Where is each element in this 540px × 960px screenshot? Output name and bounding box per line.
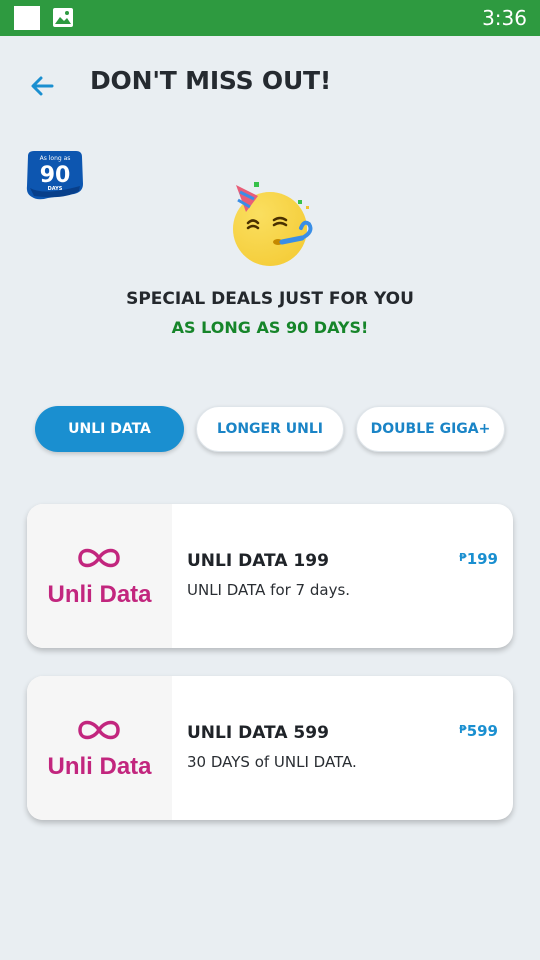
- square-icon: [14, 6, 40, 30]
- page-title: DON'T MISS OUT!: [90, 66, 332, 95]
- price-value: 199: [466, 550, 498, 568]
- status-bar: 3:36: [0, 0, 540, 36]
- tab-double-giga[interactable]: DOUBLE GIGA+: [356, 406, 505, 452]
- badge-line1: As long as: [40, 155, 71, 162]
- currency-symbol: ₱: [459, 551, 467, 564]
- tab-unli-data[interactable]: UNLI DATA: [35, 406, 184, 452]
- offer-description: UNLI DATA for 7 days.: [187, 581, 351, 599]
- offer-card[interactable]: Unli Data UNLI DATA 199 UNLI DATA for 7 …: [27, 504, 513, 648]
- currency-symbol: ₱: [459, 723, 467, 736]
- offer-brand: Unli Data: [47, 753, 152, 780]
- offer-thumbnail: Unli Data: [27, 504, 172, 648]
- offer-title: UNLI DATA 199: [187, 551, 329, 571]
- offer-title: UNLI DATA 599: [187, 723, 329, 743]
- infinity-icon: [78, 720, 120, 740]
- infinity-icon: [78, 548, 120, 568]
- offer-price: ₱199: [459, 550, 498, 568]
- promo-subline: AS LONG AS 90 DAYS!: [171, 318, 369, 337]
- badge-line2: DAYS: [48, 186, 63, 192]
- tab-longer-unli[interactable]: LONGER UNLI: [196, 406, 344, 452]
- badge-number: 90: [40, 163, 71, 188]
- partying-face-icon: [233, 182, 313, 266]
- arrow-left-icon[interactable]: [28, 72, 56, 100]
- offer-card[interactable]: Unli Data UNLI DATA 599 30 DAYS of UNLI …: [27, 676, 513, 820]
- ninety-days-badge: As long as 90 DAYS: [26, 151, 83, 200]
- offer-description: 30 DAYS of UNLI DATA.: [187, 753, 357, 771]
- offer-thumbnail: Unli Data: [27, 676, 172, 820]
- offer-brand: Unli Data: [47, 581, 152, 608]
- offer-price: ₱599: [459, 722, 498, 740]
- image-icon: [53, 8, 73, 27]
- status-time: 3:36: [482, 6, 527, 30]
- price-value: 599: [466, 722, 498, 740]
- category-tabs: UNLI DATA LONGER UNLI DOUBLE GIGA+: [0, 406, 540, 454]
- promo-headline: SPECIAL DEALS JUST FOR YOU: [126, 289, 414, 309]
